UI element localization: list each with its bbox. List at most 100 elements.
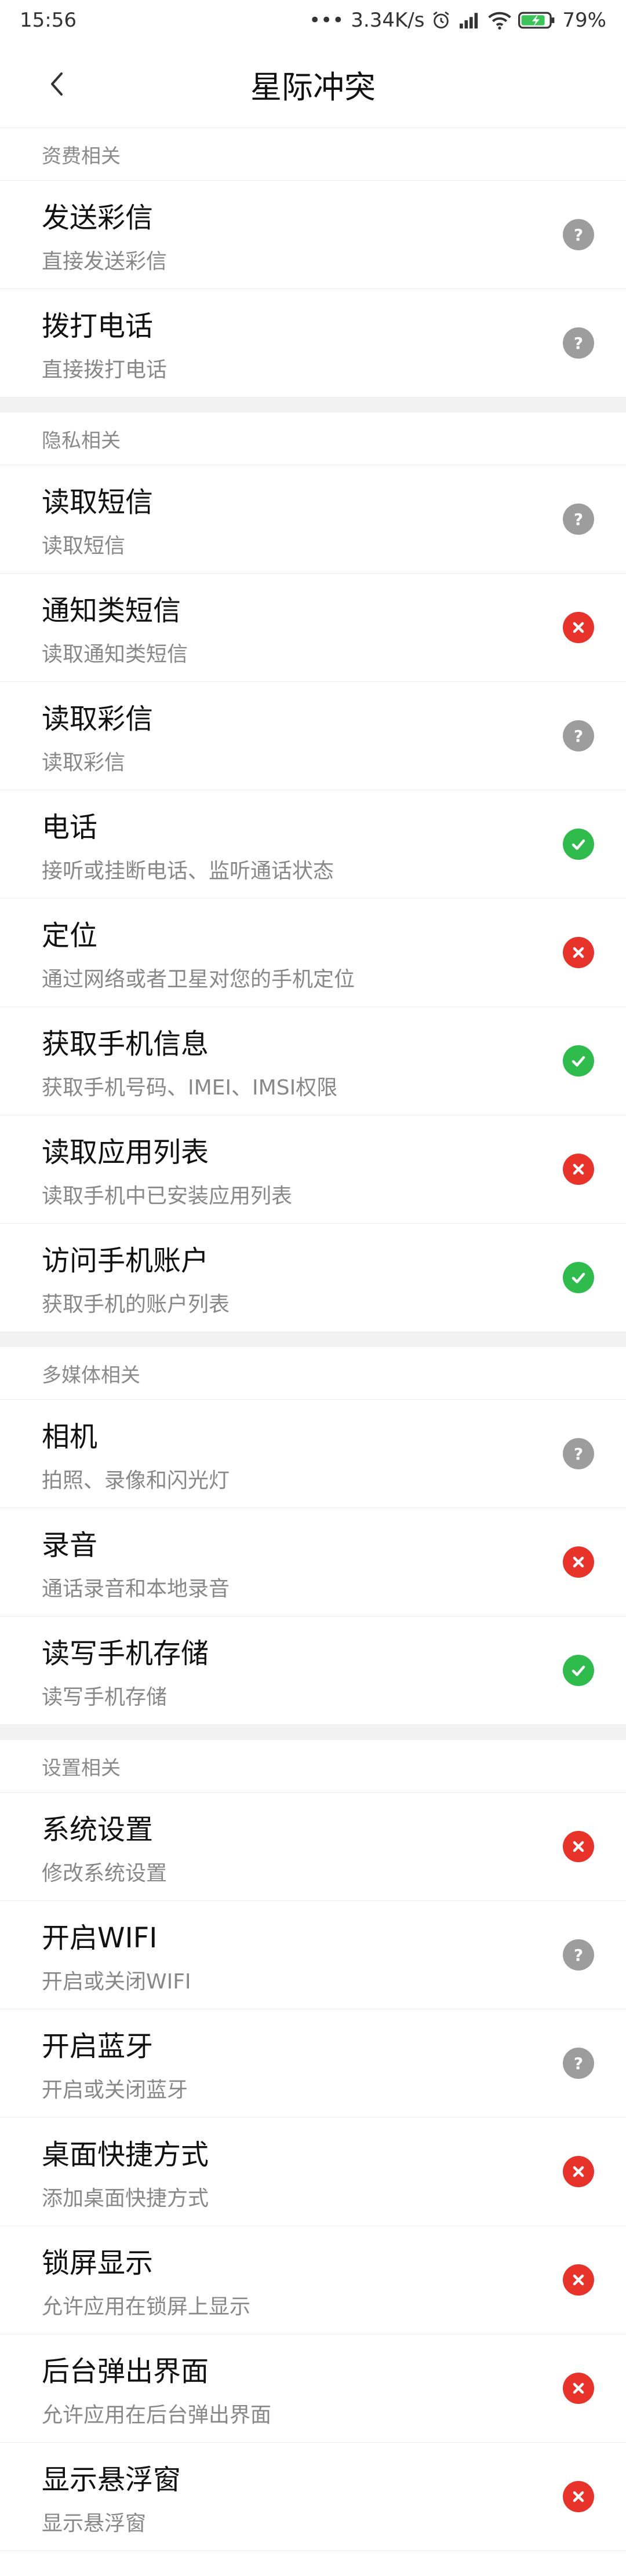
permission-title: 读写手机存储 (42, 1637, 209, 1670)
permission-text: 访问手机账户 获取手机的账户列表 (42, 1238, 230, 1318)
permission-row[interactable]: 电话 接听或挂断电话、监听通话状态 (0, 790, 626, 899)
permission-subtitle: 读取短信 (42, 534, 126, 558)
permission-subtitle: 通话录音和本地录音 (42, 1577, 230, 1601)
permission-title: 开启WIFI (42, 1922, 158, 1954)
network-speed: 3.34K/s (351, 9, 425, 32)
section-divider (0, 397, 626, 413)
permission-status-ask[interactable]: ? (563, 327, 594, 359)
permission-title: 电话 (42, 811, 98, 844)
permission-title: 拨打电话 (42, 310, 154, 342)
permission-status-deny[interactable] (563, 2156, 594, 2187)
permission-subtitle: 读写手机存储 (42, 1685, 168, 1709)
permission-status-ask[interactable]: ? (563, 219, 594, 250)
permission-row[interactable]: 相机 拍照、录像和闪光灯 ? (0, 1400, 626, 1508)
permission-status-deny[interactable] (563, 2373, 594, 2404)
permission-text: 开启WIFI 开启或关闭WIFI (42, 1915, 191, 1995)
permission-subtitle: 读取彩信 (42, 751, 126, 775)
permission-text: 拨打电话 直接拨打电话 (42, 303, 167, 383)
permission-row[interactable]: 读取应用列表 读取手机中已安装应用列表 (0, 1115, 626, 1224)
close-icon (573, 2274, 584, 2286)
question-icon: ? (574, 334, 583, 353)
close-icon (573, 2382, 584, 2394)
permission-status-deny[interactable] (563, 1831, 594, 1862)
permission-row[interactable]: 读写手机存储 读写手机存储 (0, 1617, 626, 1725)
permission-subtitle: 允许应用在锁屏上显示 (42, 2295, 251, 2319)
permission-title: 录音 (42, 1529, 98, 1561)
permission-title: 访问手机账户 (42, 1245, 209, 1277)
permission-subtitle: 允许应用在后台弹出界面 (42, 2403, 272, 2427)
check-icon (572, 839, 585, 850)
section-header: 多媒体相关 (0, 1347, 626, 1400)
permission-row[interactable]: 定位 通过网络或者卫星对您的手机定位 (0, 899, 626, 1007)
permission-status-deny[interactable] (563, 2481, 594, 2512)
permission-status-ask[interactable]: ? (563, 503, 594, 535)
svg-text:?: ? (574, 225, 583, 245)
permission-status-allow[interactable] (563, 1262, 594, 1293)
permission-row[interactable]: 获取手机信息 获取手机号码、IMEI、IMSI权限 (0, 1007, 626, 1115)
permission-text: 发送彩信 直接发送彩信 (42, 195, 167, 275)
permission-status-allow[interactable] (563, 829, 594, 860)
permission-subtitle: 直接拨打电话 (42, 358, 168, 382)
permission-row[interactable]: 开启蓝牙 开启或关闭蓝牙 ? (0, 2009, 626, 2118)
permission-subtitle: 拍照、录像和闪光灯 (42, 1469, 230, 1493)
permission-status-allow[interactable] (563, 1045, 594, 1077)
permission-text: 相机 拍照、录像和闪光灯 (42, 1414, 230, 1494)
permission-subtitle: 显示悬浮窗 (42, 2512, 147, 2535)
svg-text:?: ? (574, 727, 583, 746)
permission-title: 显示悬浮窗 (42, 2464, 181, 2496)
question-icon: ? (574, 510, 583, 529)
check-icon (572, 1665, 585, 1676)
permission-subtitle: 开启或关闭蓝牙 (42, 2078, 188, 2102)
close-icon (573, 947, 584, 958)
permission-row[interactable]: 读取彩信 读取彩信 ? (0, 682, 626, 790)
permission-status-deny[interactable] (563, 937, 594, 968)
permission-title: 桌面快捷方式 (42, 2139, 209, 2171)
permission-row[interactable]: 拨打电话 直接拨打电话 ? (0, 289, 626, 397)
permission-row[interactable]: 系统设置 修改系统设置 (0, 1793, 626, 1901)
permission-status-ask[interactable]: ? (563, 720, 594, 751)
close-icon (573, 622, 584, 633)
permission-row[interactable]: 通知类短信 读取通知类短信 (0, 574, 626, 682)
permission-row[interactable]: 访问手机账户 获取手机的账户列表 (0, 1224, 626, 1332)
permission-subtitle: 开启或关闭WIFI (42, 1970, 191, 1994)
permission-status-deny[interactable] (563, 2264, 594, 2296)
question-icon: ? (574, 727, 583, 746)
permission-text: 读取应用列表 读取手机中已安装应用列表 (42, 1129, 292, 1209)
alarm-icon (431, 10, 451, 30)
permission-row[interactable]: 后台弹出界面 允许应用在后台弹出界面 (0, 2334, 626, 2443)
svg-text:?: ? (574, 1444, 583, 1464)
permission-status-allow[interactable] (563, 1655, 594, 1686)
permission-row[interactable]: 读取短信 读取短信 ? (0, 465, 626, 574)
permission-subtitle: 直接发送彩信 (42, 250, 168, 273)
close-icon (573, 2491, 584, 2502)
battery-icon (518, 10, 555, 30)
close-icon (573, 1163, 584, 1175)
permission-text: 锁屏显示 允许应用在锁屏上显示 (42, 2240, 250, 2320)
permission-row[interactable]: 发送彩信 直接发送彩信 ? (0, 181, 626, 289)
permission-row[interactable]: 锁屏显示 允许应用在锁屏上显示 (0, 2226, 626, 2334)
permission-status-deny[interactable] (563, 1154, 594, 1185)
permission-text: 获取手机信息 获取手机号码、IMEI、IMSI权限 (42, 1021, 337, 1101)
close-icon (573, 2166, 584, 2177)
permission-subtitle: 接听或挂断电话、监听通话状态 (42, 859, 334, 883)
section-header: 隐私相关 (0, 413, 626, 465)
permission-row[interactable]: 开启WIFI 开启或关闭WIFI ? (0, 1901, 626, 2009)
permission-title: 开启蓝牙 (42, 2030, 154, 2063)
permission-status-deny[interactable] (563, 612, 594, 643)
chevron-left-icon (51, 72, 63, 96)
permission-row[interactable]: 录音 通话录音和本地录音 (0, 1508, 626, 1617)
permission-text: 读取彩信 读取彩信 (42, 696, 153, 776)
permission-row[interactable]: 显示悬浮窗 显示悬浮窗 (0, 2443, 626, 2551)
permission-status-ask[interactable]: ? (563, 1438, 594, 1469)
question-icon: ? (574, 2054, 583, 2073)
permission-status-ask[interactable]: ? (563, 1939, 594, 1971)
permission-subtitle: 读取通知类短信 (42, 643, 188, 666)
permission-title: 读取彩信 (42, 703, 154, 735)
permission-status-ask[interactable]: ? (563, 2048, 594, 2079)
permission-subtitle: 读取手机中已安装应用列表 (42, 1184, 293, 1208)
back-button[interactable] (41, 67, 75, 101)
permission-status-deny[interactable] (563, 1546, 594, 1578)
permission-row[interactable]: 桌面快捷方式 添加桌面快捷方式 (0, 2118, 626, 2226)
section-header: 资费相关 (0, 128, 626, 181)
section-divider (0, 1725, 626, 1740)
